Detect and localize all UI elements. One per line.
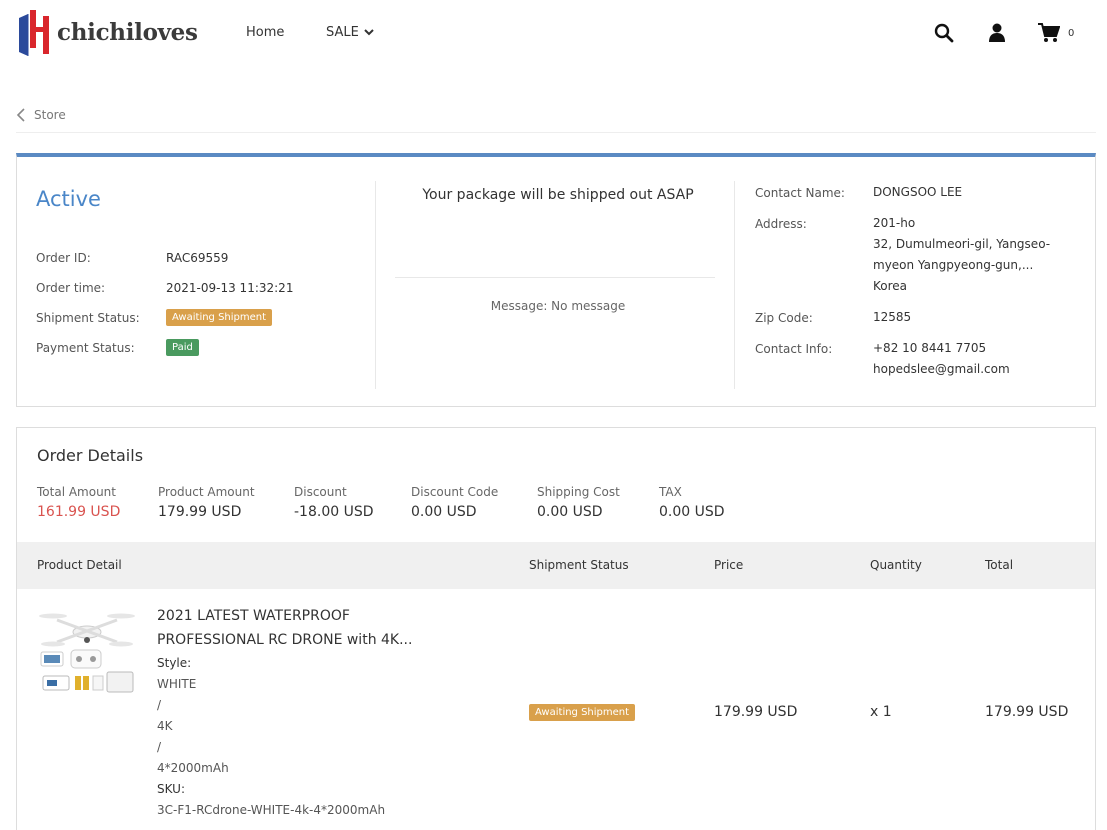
item-price: 179.99 USD [714,704,798,720]
amount-label: TAX [659,485,682,499]
amount-total: Total Amount 161.99 USD [37,485,120,520]
nav-sale-label: SALE [326,25,359,40]
style-resolution: 4K [157,719,173,733]
amount-discount: Discount -18.00 USD [294,485,374,520]
order-time-label: Order time: [36,281,106,295]
amount-label: Discount Code [411,485,499,499]
column-divider [375,181,376,389]
product-title-line: 2021 LATEST WATERPROOF [157,608,350,624]
zip-value: 12585 [873,310,912,324]
amount-value: -18.00 USD [294,504,374,520]
breadcrumb-store-link[interactable]: Store [34,108,66,122]
nav-home-link[interactable]: Home [246,25,284,40]
order-id-label: Order ID: [36,251,91,265]
style-label: Style: [157,656,192,670]
contact-info-label: Contact Info: [755,342,833,356]
column-header-total: Total [985,558,1014,572]
item-total: 179.99 USD [985,704,1069,720]
amount-tax: TAX 0.00 USD [659,485,725,520]
column-header-shipment-status: Shipment Status [529,558,629,572]
column-header-product-detail: Product Detail [37,558,122,572]
address-line: myeon Yangpyeong-gun,... [873,258,1034,272]
amount-label: Total Amount [37,485,116,499]
amount-value: 179.99 USD [158,504,242,520]
site-header: chichiloves Home SALE 0 [0,0,1107,66]
address-line: Korea [873,279,908,293]
payment-status-badge: Paid [166,339,199,356]
amount-value: 161.99 USD [37,504,121,520]
style-separator: / [157,740,162,754]
nav-sale-menu[interactable]: SALE [326,25,374,40]
amount-label: Shipping Cost [537,485,620,499]
item-quantity: x 1 [870,704,892,720]
product-title[interactable]: 2021 LATEST WATERPROOF PROFESSIONAL RC D… [157,604,427,652]
sku-label: SKU: [157,782,185,796]
breadcrumb: Store [16,106,1096,133]
payment-status-label: Payment Status: [36,341,135,355]
chevron-down-icon [364,29,374,36]
product-title-line: PROFESSIONAL RC DRONE with 4K... [157,632,413,648]
chevron-left-icon[interactable] [16,108,26,122]
ship-message: Your package will be shipped out ASAP [422,187,694,203]
order-summary-card: Active Order ID: RAC69559 Order time: 20… [16,153,1096,407]
contact-name-label: Contact Name: [755,186,845,200]
address-line: 201-ho [873,216,916,230]
order-id-value: RAC69559 [166,251,229,265]
cart-icon[interactable] [1038,23,1060,43]
amount-value: 0.00 USD [411,504,477,520]
amount-value: 0.00 USD [537,504,603,520]
items-table-header: Product Detail Shipment Status Price Qua… [17,542,1095,589]
style-battery: 4*2000mAh [157,761,229,775]
amount-product: Product Amount 179.99 USD [158,485,255,520]
style-separator: / [157,698,162,712]
address-label: Address: [755,217,807,231]
product-attributes: Style: WHITE / 4K / 4*2000mAh SKU: 3C-F1… [157,653,385,821]
amount-value: 0.00 USD [659,504,725,520]
sku-value: 3C-F1-RCdrone-WHITE-4k-4*2000mAh [157,803,386,817]
column-header-quantity: Quantity [870,558,922,572]
order-status-title: Active [36,187,101,211]
style-color: WHITE [157,677,197,691]
amount-label: Discount [294,485,347,499]
contact-email: hopedslee@gmail.com [873,362,1010,376]
zip-label: Zip Code: [755,311,813,325]
address-line: 32, Dumulmeori-gil, Yangseo- [873,237,1051,251]
order-details-title: Order Details [37,446,144,465]
brand-logo[interactable]: chichiloves [16,8,198,56]
logo-mark-icon [19,10,49,56]
cart-count: 0 [1068,28,1075,39]
address-value: 201-ho 32, Dumulmeori-gil, Yangseo- myeo… [873,213,1050,297]
product-thumbnail[interactable] [37,602,137,706]
amount-discount-code: Discount Code 0.00 USD [411,485,498,520]
order-details-card: Order Details Total Amount 161.99 USD Pr… [16,427,1096,830]
contact-phone: +82 10 8441 7705 [873,341,987,355]
contact-info-value: +82 10 8441 7705 hopedslee@gmail.com [873,338,1010,380]
amount-shipping: Shipping Cost 0.00 USD [537,485,620,520]
column-divider [734,181,735,389]
user-icon[interactable] [988,23,1006,43]
shipment-status-badge: Awaiting Shipment [166,309,273,326]
buyer-message: Message: No message [490,299,626,313]
brand-name: chichiloves [57,18,198,46]
item-shipment-status-badge: Awaiting Shipment [529,704,636,721]
order-time-value: 2021-09-13 11:32:21 [166,281,294,295]
contact-name-value: DONGSOO LEE [873,185,963,199]
column-header-price: Price [714,558,744,572]
shipment-status-label: Shipment Status: [36,311,140,325]
search-icon[interactable] [934,23,954,43]
message-divider [395,277,715,278]
amount-label: Product Amount [158,485,255,499]
